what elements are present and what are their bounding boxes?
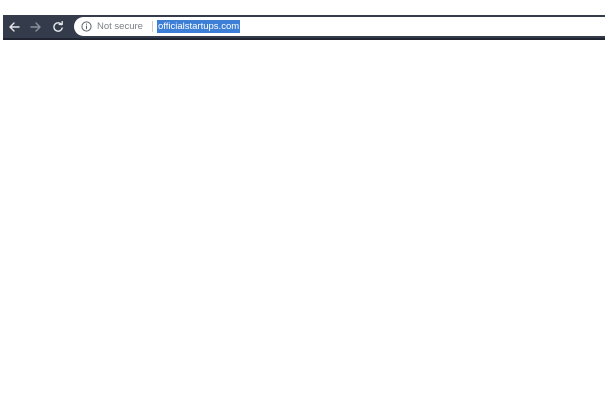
browser-toolbar: Not secure officialstartups.com bbox=[3, 15, 605, 40]
arrow-right-icon bbox=[30, 21, 41, 32]
forward-button[interactable] bbox=[25, 15, 47, 38]
url-text[interactable]: officialstartups.com bbox=[157, 20, 241, 33]
security-status-label[interactable]: Not secure bbox=[97, 20, 143, 33]
omnibox-divider bbox=[152, 21, 153, 32]
reload-icon bbox=[53, 20, 63, 32]
back-button[interactable] bbox=[3, 15, 25, 38]
page-content bbox=[0, 40, 605, 418]
arrow-left-icon bbox=[9, 21, 20, 32]
info-circle-icon[interactable] bbox=[81, 21, 92, 32]
reload-button[interactable] bbox=[47, 15, 69, 38]
address-bar[interactable]: Not secure officialstartups.com bbox=[74, 17, 605, 36]
